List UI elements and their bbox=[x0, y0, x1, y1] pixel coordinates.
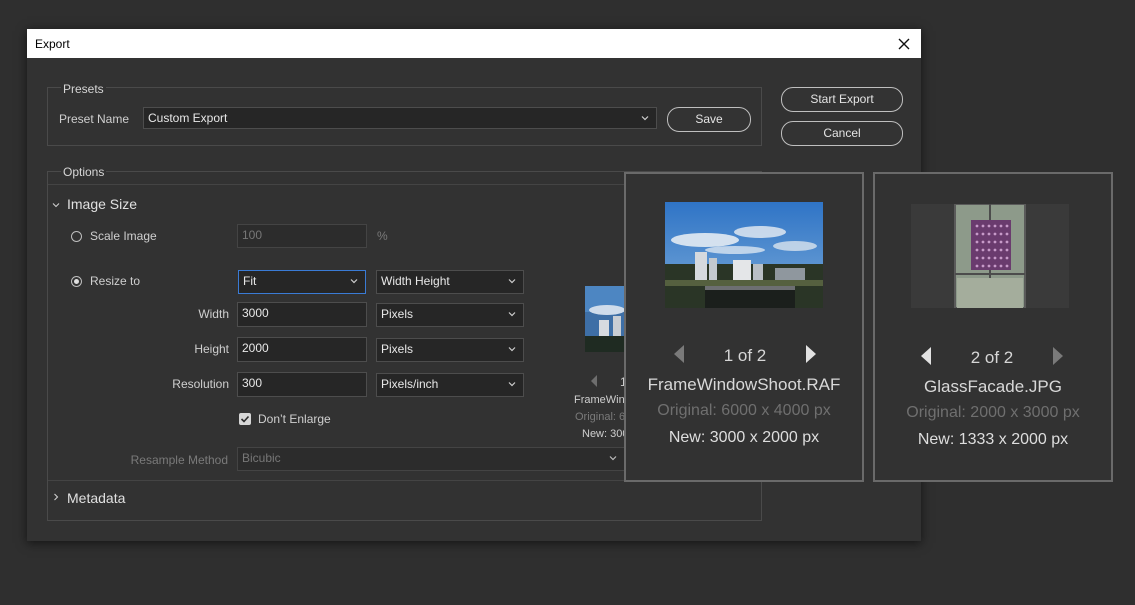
chevron-down-icon bbox=[609, 456, 617, 461]
cancel-button[interactable]: Cancel bbox=[781, 121, 903, 146]
next-image-icon[interactable] bbox=[1051, 346, 1065, 366]
scale-image-label[interactable]: Scale Image bbox=[90, 229, 157, 243]
width-unit-value: Pixels bbox=[381, 307, 414, 321]
height-label: Height bbox=[194, 342, 229, 356]
start-export-button[interactable]: Start Export bbox=[781, 87, 903, 112]
inline-preview-filename: FrameWind bbox=[574, 394, 631, 406]
close-button[interactable] bbox=[893, 33, 915, 55]
resolution-label: Resolution bbox=[172, 377, 229, 391]
resample-method-label: Resample Method bbox=[130, 453, 228, 467]
glass-facade-photo bbox=[911, 204, 1069, 308]
resize-to-radio[interactable] bbox=[71, 276, 82, 287]
chevron-down-icon bbox=[508, 279, 516, 284]
options-group-label: Options bbox=[61, 165, 107, 179]
metadata-section-label[interactable]: Metadata bbox=[67, 490, 125, 506]
preview-1-original-size: Original: 6000 x 4000 px bbox=[657, 402, 831, 419]
preview-1-filename: FrameWindowShoot.RAF bbox=[647, 375, 841, 394]
preview-1-counter: 1 of 2 bbox=[723, 346, 767, 365]
chevron-down-icon bbox=[350, 279, 358, 284]
percent-unit-label: % bbox=[377, 229, 388, 243]
resize-to-label[interactable]: Resize to bbox=[90, 274, 140, 288]
preview-2-counter: 2 of 2 bbox=[970, 348, 1014, 367]
scale-image-radio[interactable] bbox=[71, 231, 82, 242]
chevron-down-icon bbox=[508, 312, 516, 317]
resize-mode-dropdown[interactable]: Fit bbox=[238, 270, 366, 294]
preview-1-new-size: New: 3000 x 2000 px bbox=[668, 429, 820, 446]
chevron-down-icon bbox=[508, 347, 516, 352]
preview-panel-1: 1 of 2 FrameWindowShoot.RAF Original: 60… bbox=[624, 172, 864, 482]
preview-image-2 bbox=[911, 204, 1069, 308]
presets-group-label: Presets bbox=[61, 82, 106, 96]
width-label: Width bbox=[198, 307, 229, 321]
dont-enlarge-checkbox[interactable] bbox=[239, 413, 251, 425]
height-input[interactable]: 2000 bbox=[237, 337, 367, 362]
width-input[interactable]: 3000 bbox=[237, 302, 367, 327]
section-collapsed-chevron-icon[interactable] bbox=[51, 492, 61, 502]
window-title: Export bbox=[35, 37, 70, 51]
next-image-icon[interactable] bbox=[804, 344, 818, 364]
height-unit-dropdown[interactable]: Pixels bbox=[376, 338, 524, 362]
resolution-unit-value: Pixels/inch bbox=[381, 377, 439, 391]
inline-preview-prev-icon[interactable] bbox=[589, 374, 599, 388]
resample-method-dropdown[interactable]: Bicubic bbox=[237, 447, 625, 471]
fit-dimension-dropdown[interactable]: Width Height bbox=[376, 270, 524, 294]
preset-name-label: Preset Name bbox=[59, 112, 130, 126]
resize-mode-value: Fit bbox=[243, 274, 257, 288]
preview-2-filename: GlassFacade.JPG bbox=[924, 377, 1062, 396]
title-bar: Export bbox=[27, 29, 921, 58]
resolution-input[interactable]: 300 bbox=[237, 372, 367, 397]
preview-image-1 bbox=[665, 202, 823, 308]
height-unit-value: Pixels bbox=[381, 342, 414, 356]
preview-panel-2: 2 of 2 GlassFacade.JPG Original: 2000 x … bbox=[873, 172, 1113, 482]
scale-percent-input[interactable]: 100 bbox=[237, 224, 367, 248]
chevron-down-icon bbox=[508, 382, 516, 387]
dont-enlarge-label[interactable]: Don’t Enlarge bbox=[258, 412, 331, 426]
checkmark-icon bbox=[240, 415, 250, 423]
resolution-unit-dropdown[interactable]: Pixels/inch bbox=[376, 373, 524, 397]
fit-dimension-value: Width Height bbox=[381, 274, 450, 288]
preset-name-dropdown[interactable]: Custom Export bbox=[143, 107, 657, 129]
preview-2-new-size: New: 1333 x 2000 px bbox=[917, 431, 1069, 448]
previous-image-icon[interactable] bbox=[672, 344, 686, 364]
previous-image-icon[interactable] bbox=[919, 346, 933, 366]
inline-preview-new: New: 300 bbox=[582, 428, 629, 440]
width-unit-dropdown[interactable]: Pixels bbox=[376, 303, 524, 327]
preset-name-value: Custom Export bbox=[148, 111, 228, 125]
section-expanded-chevron-icon[interactable] bbox=[51, 200, 61, 210]
inline-preview-original: Original: 6 bbox=[575, 411, 626, 423]
close-icon bbox=[898, 38, 910, 50]
resample-method-value: Bicubic bbox=[242, 451, 281, 465]
preview-2-original-size: Original: 2000 x 3000 px bbox=[906, 404, 1080, 421]
city-skyline-photo bbox=[665, 202, 823, 308]
image-size-section-label[interactable]: Image Size bbox=[67, 196, 137, 212]
save-button[interactable]: Save bbox=[667, 107, 751, 132]
chevron-down-icon bbox=[641, 116, 649, 121]
